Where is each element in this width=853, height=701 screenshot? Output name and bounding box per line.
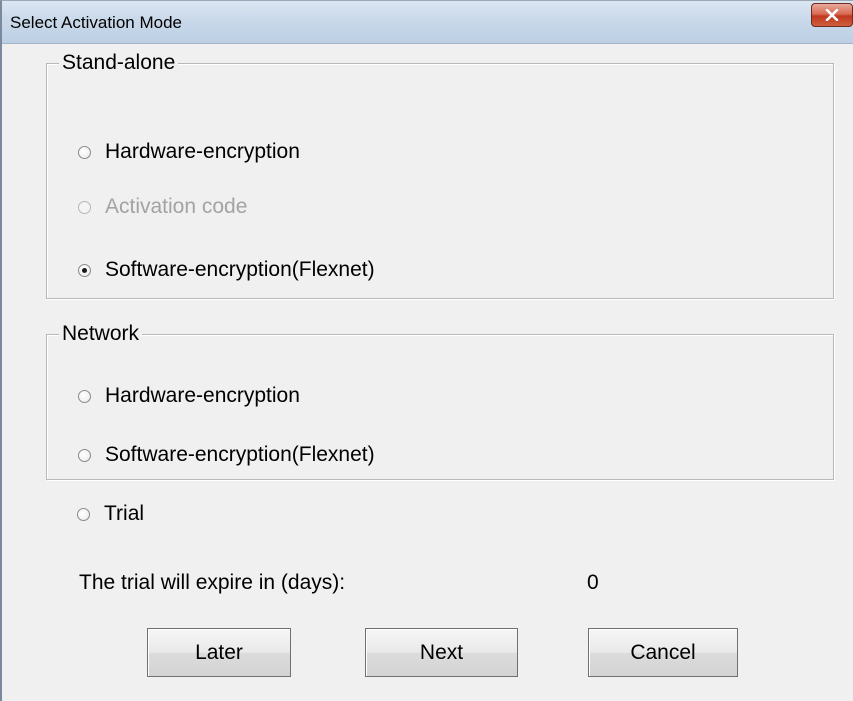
- close-x-icon: [825, 9, 839, 21]
- network-hardware-encryption-radio[interactable]: Hardware-encryption: [78, 384, 300, 408]
- standalone-activation-code-radio: Activation code: [78, 195, 247, 219]
- network-group: Network Hardware-encryption Software-enc…: [46, 321, 834, 480]
- trial-expire-label: The trial will expire in (days):: [79, 571, 346, 594]
- standalone-software-encryption-radio[interactable]: Software-encryption(Flexnet): [78, 258, 375, 282]
- later-button[interactable]: Later: [147, 628, 291, 677]
- radio-label: Software-encryption(Flexnet): [105, 443, 375, 466]
- radio-label: Activation code: [105, 195, 248, 218]
- radio-button-icon: [78, 145, 91, 159]
- cancel-button[interactable]: Cancel: [588, 628, 738, 677]
- radio-button-icon: [78, 200, 91, 214]
- title-bar[interactable]: Select Activation Mode: [2, 1, 853, 44]
- dialog-window: Select Activation Mode Stand-alone Hardw…: [0, 0, 853, 701]
- network-group-label: Network: [59, 321, 143, 347]
- dialog-body: Stand-alone Hardware-encryption Activati…: [2, 44, 853, 701]
- window-title: Select Activation Mode: [10, 13, 182, 32]
- radio-button-icon: [77, 507, 90, 521]
- trial-expire-days-value: 0: [587, 571, 599, 594]
- radio-button-checked-icon: [78, 263, 91, 277]
- close-button[interactable]: [811, 3, 853, 27]
- network-software-encryption-radio[interactable]: Software-encryption(Flexnet): [78, 443, 375, 467]
- radio-label: Trial: [104, 502, 145, 525]
- next-button[interactable]: Next: [365, 628, 518, 677]
- standalone-group: Stand-alone Hardware-encryption Activati…: [46, 50, 834, 299]
- standalone-hardware-encryption-radio[interactable]: Hardware-encryption: [78, 140, 300, 164]
- radio-label: Hardware-encryption: [105, 140, 300, 163]
- radio-label: Software-encryption(Flexnet): [105, 258, 375, 281]
- standalone-group-label: Stand-alone: [59, 50, 179, 76]
- radio-label: Hardware-encryption: [105, 384, 300, 407]
- radio-button-icon: [78, 389, 91, 403]
- radio-button-icon: [78, 448, 91, 462]
- trial-radio[interactable]: Trial: [77, 502, 144, 526]
